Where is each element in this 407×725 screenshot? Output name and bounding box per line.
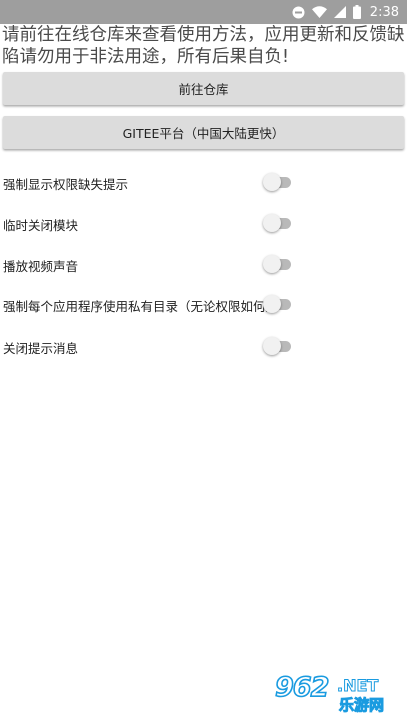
go-to-repository-button[interactable]: 前往仓库 bbox=[3, 72, 404, 105]
watermark-net: .NET bbox=[336, 676, 379, 695]
signal-icon bbox=[333, 6, 346, 18]
disable-module-switch[interactable] bbox=[263, 213, 293, 233]
gitee-platform-button[interactable]: GITEE平台（中国大陆更快） bbox=[3, 116, 404, 149]
status-icons: 2:38 bbox=[292, 0, 399, 24]
play-video-sound-switch[interactable] bbox=[263, 254, 293, 274]
switch-thumb bbox=[263, 214, 281, 232]
watermark-logo: 962 .NET 乐游网 bbox=[274, 672, 401, 719]
setting-row-disable-module[interactable]: 临时关闭模块 bbox=[0, 208, 407, 238]
switch-thumb bbox=[263, 295, 281, 313]
setting-label: 播放视频声音 bbox=[3, 259, 79, 274]
setting-row-force-private-directory[interactable]: 强制每个应用程序使用私有目录（无论权限如何） bbox=[0, 289, 407, 319]
watermark-number: 962 bbox=[274, 672, 330, 704]
setting-row-force-permission-warning[interactable]: 强制显示权限缺失提示 bbox=[0, 167, 407, 197]
battery-icon bbox=[352, 5, 361, 19]
setting-row-close-tip-messages[interactable]: 关闭提示消息 bbox=[0, 331, 407, 361]
setting-label: 临时关闭模块 bbox=[3, 218, 79, 233]
close-tip-messages-switch[interactable] bbox=[263, 336, 293, 356]
clock: 2:38 bbox=[369, 4, 399, 20]
force-private-directory-switch[interactable] bbox=[263, 294, 293, 314]
status-bar: 2:38 bbox=[0, 0, 407, 24]
switch-thumb bbox=[263, 337, 281, 355]
setting-label: 关闭提示消息 bbox=[3, 341, 79, 356]
setting-label: 强制显示权限缺失提示 bbox=[3, 177, 129, 192]
do-not-disturb-icon bbox=[292, 6, 305, 19]
setting-label: 强制每个应用程序使用私有目录（无论权限如何） bbox=[3, 299, 279, 314]
wifi-icon bbox=[311, 6, 327, 18]
switch-thumb bbox=[263, 255, 281, 273]
switch-thumb bbox=[263, 173, 281, 191]
setting-row-play-video-sound[interactable]: 播放视频声音 bbox=[0, 249, 407, 279]
force-permission-warning-switch[interactable] bbox=[263, 172, 293, 192]
watermark-site-name: 乐游网 bbox=[338, 696, 385, 715]
usage-notice: 请前往在线仓库来查看使用方法，应用更新和反馈缺陷请勿用于非法用途，所有后果自负! bbox=[2, 25, 405, 67]
